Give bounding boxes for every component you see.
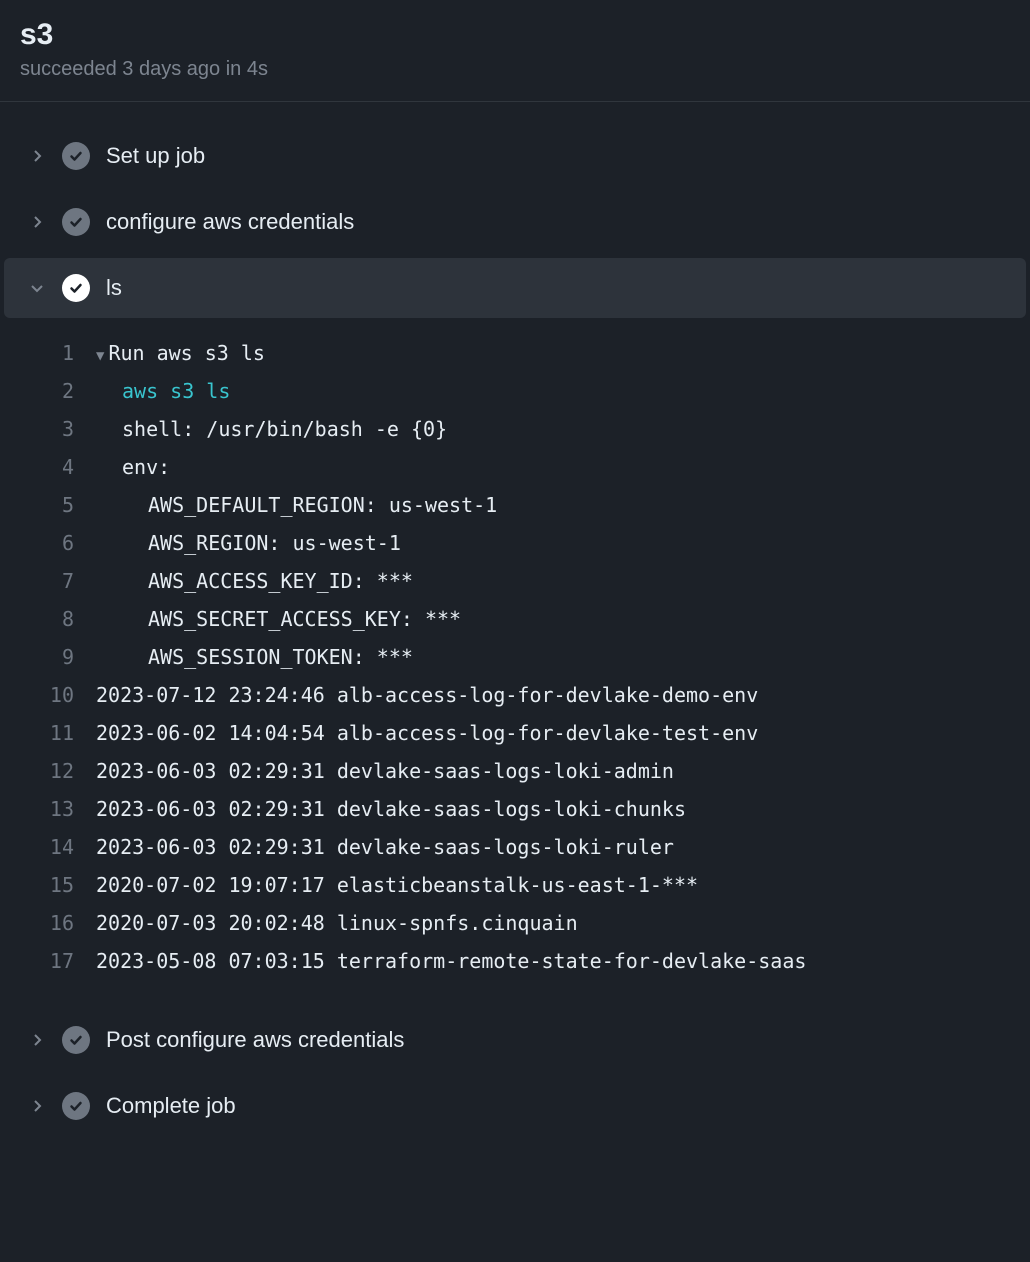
line-content: ▼Run aws s3 ls [96,334,265,372]
chevron-right-icon [28,213,46,231]
line-content: 2023-07-12 23:24:46 alb-access-log-for-d… [96,676,758,714]
step-configure-aws[interactable]: configure aws credentials [4,192,1026,252]
step-label: configure aws credentials [106,209,354,235]
log-line: 142023-06-03 02:29:31 devlake-saas-logs-… [0,828,1030,866]
line-number: 6 [0,524,96,562]
step-label: Post configure aws credentials [106,1027,404,1053]
line-number: 7 [0,562,96,600]
chevron-right-icon [28,1031,46,1049]
chevron-down-icon [28,279,46,297]
log-line: 3shell: /usr/bin/bash -e {0} [0,410,1030,448]
log-line: 4env: [0,448,1030,486]
log-line: 162020-07-03 20:02:48 linux-spnfs.cinqua… [0,904,1030,942]
line-number: 9 [0,638,96,676]
job-header: s3 succeeded 3 days ago in 4s [0,0,1030,102]
check-circle-icon [62,208,90,236]
step-ls[interactable]: ls [4,258,1026,318]
line-content: shell: /usr/bin/bash -e {0} [96,410,447,448]
line-number: 14 [0,828,96,866]
line-content: aws s3 ls [96,372,230,410]
line-content: 2023-06-02 14:04:54 alb-access-log-for-d… [96,714,758,752]
line-content: 2023-05-08 07:03:15 terraform-remote-sta… [96,942,806,980]
line-content: 2020-07-03 20:02:48 linux-spnfs.cinquain [96,904,578,942]
log-line: 102023-07-12 23:24:46 alb-access-log-for… [0,676,1030,714]
disclosure-triangle-icon[interactable]: ▼ [96,348,104,364]
line-number: 17 [0,942,96,980]
line-number: 1 [0,334,96,372]
chevron-right-icon [28,147,46,165]
log-line: 152020-07-02 19:07:17 elasticbeanstalk-u… [0,866,1030,904]
step-setup-job[interactable]: Set up job [4,126,1026,186]
line-content: AWS_REGION: us-west-1 [96,524,401,562]
line-number: 10 [0,676,96,714]
check-circle-icon [62,1092,90,1120]
step-label: Complete job [106,1093,236,1119]
line-number: 5 [0,486,96,524]
log-line: 6AWS_REGION: us-west-1 [0,524,1030,562]
job-subtitle: succeeded 3 days ago in 4s [20,58,1010,81]
line-number: 2 [0,372,96,410]
log-line: 172023-05-08 07:03:15 terraform-remote-s… [0,942,1030,980]
line-number: 12 [0,752,96,790]
check-circle-icon [62,274,90,302]
line-content: AWS_DEFAULT_REGION: us-west-1 [96,486,497,524]
log-line: 2aws s3 ls [0,372,1030,410]
log-line: 122023-06-03 02:29:31 devlake-saas-logs-… [0,752,1030,790]
log-line: 9AWS_SESSION_TOKEN: *** [0,638,1030,676]
step-label: ls [106,275,122,301]
log-line: 132023-06-03 02:29:31 devlake-saas-logs-… [0,790,1030,828]
line-content: 2023-06-03 02:29:31 devlake-saas-logs-lo… [96,752,674,790]
line-number: 13 [0,790,96,828]
line-content: AWS_SESSION_TOKEN: *** [96,638,413,676]
line-content: env: [96,448,170,486]
steps-list: Set up job configure aws credentials ls … [0,102,1030,1136]
log-line: 8AWS_SECRET_ACCESS_KEY: *** [0,600,1030,638]
line-content: 2023-06-03 02:29:31 devlake-saas-logs-lo… [96,828,674,866]
line-content: AWS_ACCESS_KEY_ID: *** [96,562,413,600]
check-circle-icon [62,1026,90,1054]
step-complete-job[interactable]: Complete job [4,1076,1026,1136]
line-content: 2020-07-02 19:07:17 elasticbeanstalk-us-… [96,866,698,904]
line-number: 11 [0,714,96,752]
line-number: 4 [0,448,96,486]
line-content: AWS_SECRET_ACCESS_KEY: *** [96,600,461,638]
step-post-configure-aws[interactable]: Post configure aws credentials [4,1010,1026,1070]
check-circle-icon [62,142,90,170]
line-number: 15 [0,866,96,904]
line-number: 3 [0,410,96,448]
log-line: 1▼Run aws s3 ls [0,334,1030,372]
log-line: 5AWS_DEFAULT_REGION: us-west-1 [0,486,1030,524]
job-title: s3 [20,18,1010,52]
line-number: 8 [0,600,96,638]
chevron-right-icon [28,1097,46,1115]
log-line: 7AWS_ACCESS_KEY_ID: *** [0,562,1030,600]
line-content: 2023-06-03 02:29:31 devlake-saas-logs-lo… [96,790,686,828]
step-label: Set up job [106,143,205,169]
log-output: 1▼Run aws s3 ls2aws s3 ls3shell: /usr/bi… [0,324,1030,1004]
line-number: 16 [0,904,96,942]
log-line: 112023-06-02 14:04:54 alb-access-log-for… [0,714,1030,752]
